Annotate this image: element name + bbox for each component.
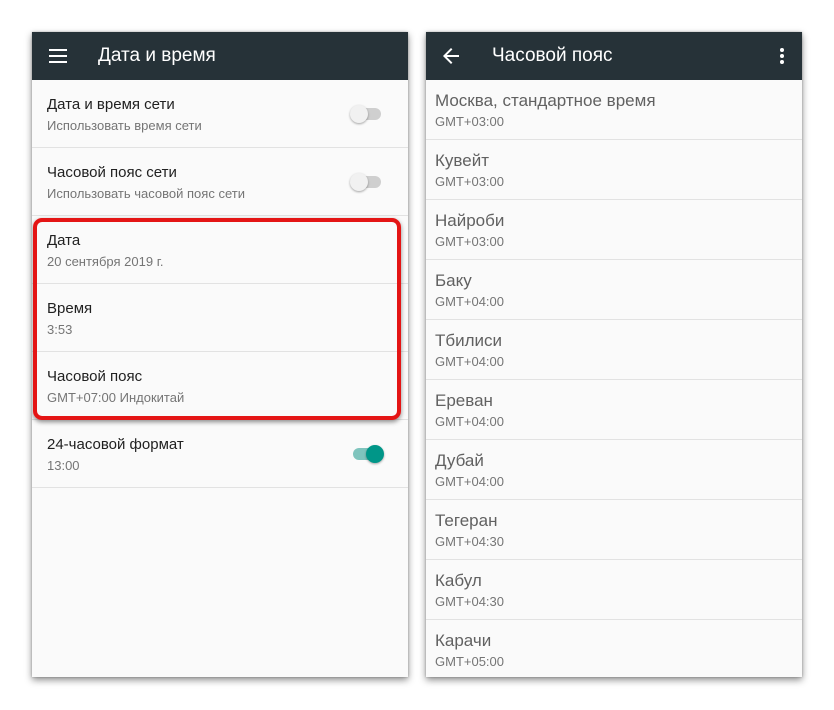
setting-network-time[interactable]: Дата и время сети Использовать время сет… bbox=[32, 80, 408, 148]
setting-time[interactable]: Время 3:53 bbox=[32, 284, 408, 352]
timezone-offset: GMT+05:00 bbox=[435, 654, 505, 669]
page-title: Дата и время bbox=[98, 45, 216, 66]
setting-subtitle: 20 сентября 2019 г. bbox=[47, 254, 164, 269]
timezone-name: Тбилиси bbox=[435, 331, 503, 350]
page-title: Часовой пояс bbox=[492, 45, 613, 66]
setting-title: Время bbox=[47, 300, 93, 317]
timezone-name: Найроби bbox=[435, 211, 505, 230]
timezone-item[interactable]: Дубай GMT+04:00 bbox=[426, 440, 802, 500]
timezone-item[interactable]: Москва, стандартное время GMT+03:00 bbox=[426, 80, 802, 140]
timezone-offset: GMT+04:00 bbox=[435, 414, 505, 429]
timezone-offset: GMT+04:00 bbox=[435, 474, 505, 489]
arrow-back-icon[interactable] bbox=[439, 44, 463, 68]
setting-subtitle: GMT+07:00 Индокитай bbox=[47, 390, 185, 405]
setting-subtitle: Использовать часовой пояс сети bbox=[47, 186, 245, 201]
setting-title: Дата bbox=[47, 232, 81, 249]
timezone-item[interactable]: Кабул GMT+04:30 bbox=[426, 560, 802, 620]
setting-network-timezone[interactable]: Часовой пояс сети Использовать часовой п… bbox=[32, 148, 408, 216]
app-bar: Часовой пояс bbox=[426, 32, 802, 80]
timezone-item[interactable]: Найроби GMT+03:00 bbox=[426, 200, 802, 260]
timezone-list: Москва, стандартное время GMT+03:00 Кувейт… bbox=[426, 80, 802, 677]
timezone-offset: GMT+04:30 bbox=[435, 534, 505, 549]
app-bar: Дата и время bbox=[32, 32, 408, 80]
timezone-offset: GMT+03:00 bbox=[435, 114, 505, 129]
timezone-offset: GMT+03:00 bbox=[435, 174, 505, 189]
timezone-offset: GMT+04:00 bbox=[435, 294, 505, 309]
timezone-item[interactable]: Баку GMT+04:00 bbox=[426, 260, 802, 320]
setting-subtitle: 13:00 bbox=[47, 458, 80, 473]
timezone-offset: GMT+04:00 bbox=[435, 354, 505, 369]
more-vert-icon[interactable] bbox=[770, 44, 794, 68]
setting-title: Часовой пояс сети bbox=[47, 164, 177, 181]
timezone-name: Карачи bbox=[435, 631, 492, 650]
setting-title: Дата и время сети bbox=[47, 96, 175, 113]
setting-title: 24-часовой формат bbox=[47, 436, 184, 453]
timezone-picker-screen: Часовой пояс Москва, стандартное время GM… bbox=[426, 32, 802, 677]
timezone-item[interactable]: Кувейт GMT+03:00 bbox=[426, 140, 802, 200]
setting-timezone[interactable]: Часовой пояс GMT+07:00 Индокитай bbox=[32, 352, 408, 420]
hamburger-menu-icon[interactable] bbox=[46, 44, 70, 68]
timezone-offset: GMT+04:30 bbox=[435, 594, 505, 609]
setting-title: Часовой пояс bbox=[47, 368, 143, 385]
setting-subtitle: Использовать время сети bbox=[47, 118, 202, 133]
timezone-item[interactable]: Карачи GMT+05:00 bbox=[426, 620, 802, 677]
timezone-item[interactable]: Ереван GMT+04:00 bbox=[426, 380, 802, 440]
network-timezone-toggle[interactable] bbox=[350, 173, 384, 191]
timezone-item[interactable]: Тбилиси GMT+04:00 bbox=[426, 320, 802, 380]
timezone-offset: GMT+03:00 bbox=[435, 234, 505, 249]
24-hour-format-toggle[interactable] bbox=[350, 445, 384, 463]
timezone-name: Дубай bbox=[435, 451, 484, 470]
setting-date[interactable]: Дата 20 сентября 2019 г. bbox=[32, 216, 408, 284]
setting-24-hour-format[interactable]: 24-часовой формат 13:00 bbox=[32, 420, 408, 488]
timezone-name: Кабул bbox=[435, 571, 482, 590]
timezone-name: Тегеран bbox=[435, 511, 498, 530]
timezone-item[interactable]: Тегеран GMT+04:30 bbox=[426, 500, 802, 560]
date-time-settings-screen: Дата и время Дата и время сети Использов… bbox=[32, 32, 408, 677]
timezone-name: Москва, стандартное время bbox=[435, 91, 656, 110]
timezone-name: Баку bbox=[435, 271, 472, 290]
timezone-name: Ереван bbox=[435, 391, 493, 410]
setting-subtitle: 3:53 bbox=[47, 322, 73, 337]
timezone-name: Кувейт bbox=[435, 151, 489, 170]
network-time-toggle[interactable] bbox=[350, 105, 384, 123]
